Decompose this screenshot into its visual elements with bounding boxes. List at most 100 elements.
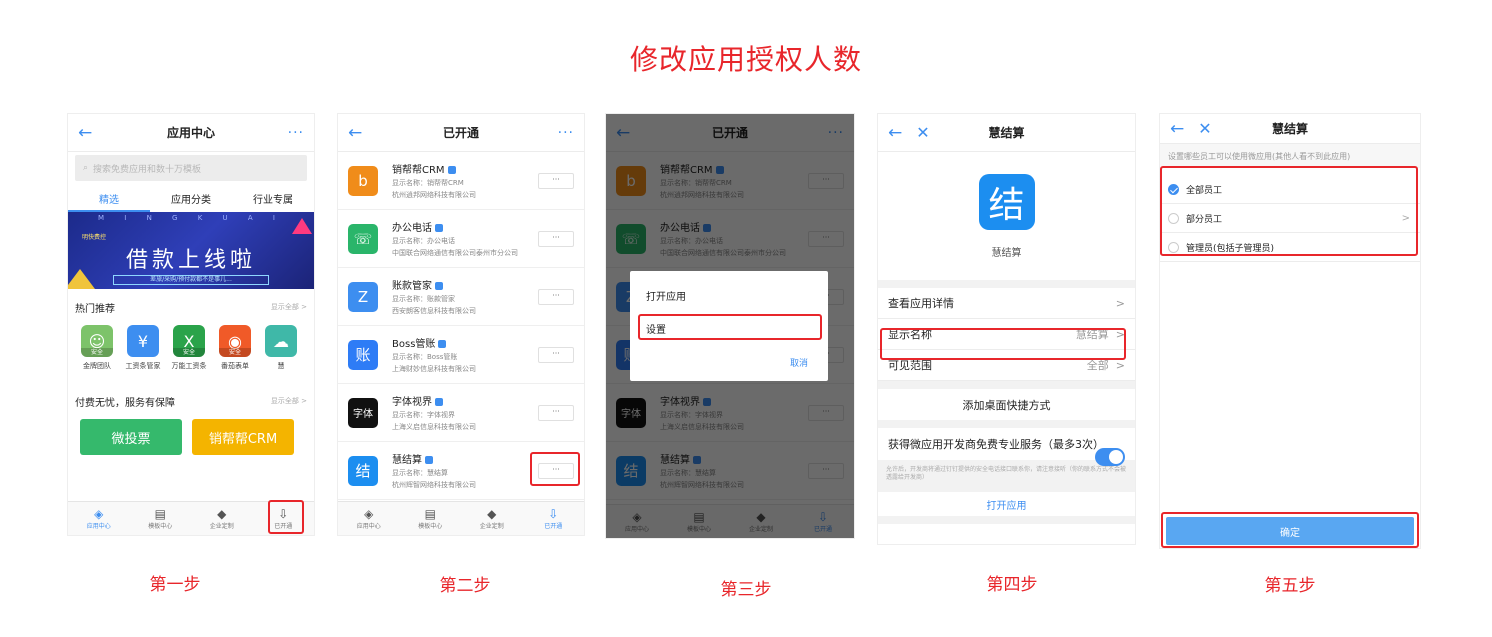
tabbar-label: 企业定制: [209, 523, 234, 530]
app-glyph: 字体: [353, 409, 373, 420]
app-more-button[interactable]: ···: [538, 463, 574, 479]
app-more-button[interactable]: ···: [538, 289, 574, 305]
close-icon[interactable]: ✕: [916, 123, 929, 142]
row-display-name[interactable]: 显示名称 慧结算 >: [878, 319, 1135, 350]
verified-badge-icon: [438, 340, 447, 348]
step-label-3: 第三步: [720, 580, 772, 600]
option-all-staff[interactable]: 全部员工: [1160, 175, 1420, 204]
app-more-button[interactable]: ···: [538, 347, 574, 363]
tabbar-app-center[interactable]: ◈ 应用中心: [338, 502, 400, 535]
option-admins[interactable]: 管理员(包括子管理员): [1160, 233, 1420, 262]
banner-subtitle: 差旅/采购/预付款都不是事儿...: [113, 275, 269, 285]
download-icon: ⇩: [548, 507, 559, 521]
app-glyph: 结: [355, 462, 371, 480]
row-value: 慧结算 >: [1075, 328, 1125, 341]
step-label-1: 第一步: [149, 575, 201, 595]
divider: [878, 381, 1135, 389]
screen-step3: ← 已开通 ··· b销帮帮CRM显示名称：销帮帮CRM杭州逍邦网络科技有限公司…: [606, 114, 854, 538]
dialog-cancel[interactable]: 取消: [790, 356, 808, 369]
row-label: 显示名称: [888, 328, 932, 341]
back-arrow-icon[interactable]: ←: [78, 123, 92, 143]
search-input[interactable]: ⌕ 搜索免费应用和数十万模板: [75, 155, 307, 181]
visibility-hint: 设置哪些员工可以使用微应用(其他人看不到此应用): [1160, 144, 1420, 168]
card-crm[interactable]: 销帮帮CRM: [192, 419, 294, 455]
tabbar-templates[interactable]: ▤ 模板中心: [400, 502, 462, 535]
app-name-text: 账款管家: [392, 281, 432, 292]
app-more-button[interactable]: ···: [538, 231, 574, 247]
search-icon: ⌕: [83, 163, 89, 173]
back-arrow-icon[interactable]: ←: [888, 123, 902, 143]
app-icon: X 安全: [173, 325, 205, 357]
app-row[interactable]: Z账款管家显示名称：账款管家西安朗客信息科技有限公司···: [338, 268, 584, 326]
app-glyph: ☁: [273, 331, 289, 351]
tabbar-custom[interactable]: ◆ 企业定制: [191, 502, 253, 535]
app-row[interactable]: 结慧结算显示名称：慧结算杭州辉智网络科技有限公司···: [338, 442, 584, 500]
show-all-link[interactable]: 显示全部 >: [271, 302, 307, 312]
app-more-button[interactable]: ···: [538, 405, 574, 421]
tabbar-custom[interactable]: ◆ 企业定制: [461, 502, 523, 535]
tabbar-label: 企业定制: [479, 523, 504, 530]
header-title: 应用中心: [166, 126, 215, 140]
tabbar-templates[interactable]: ▤ 模板中心: [130, 502, 192, 535]
app-row[interactable]: 字体字体视界显示名称：字体视界上海义启信息科技有限公司···: [338, 384, 584, 442]
tab-industry[interactable]: 行业专属: [232, 191, 314, 206]
hot-app-item[interactable]: ☁ 慧: [258, 325, 304, 383]
banner-tag: 明快费控: [82, 234, 107, 241]
app-row[interactable]: 账Boss管账显示名称：Boss管账上海财妙信息科技有限公司···: [338, 326, 584, 384]
app-name-text: 慧结算: [392, 455, 422, 466]
app-icon: ◉ 安全: [219, 325, 251, 357]
app-row[interactable]: b销帮帮CRM显示名称：销帮帮CRM杭州逍邦网络科技有限公司···: [338, 152, 584, 210]
tab-featured[interactable]: 精选: [68, 191, 150, 212]
confirm-button[interactable]: 确定: [1166, 517, 1414, 545]
back-arrow-icon[interactable]: ←: [1170, 119, 1184, 139]
safe-badge: 安全: [81, 348, 113, 357]
app-company: 中国联合网络通信有限公司泰州市分公司: [392, 249, 518, 257]
safe-badge: 安全: [219, 348, 251, 357]
app-label: 万能工资条: [171, 362, 207, 370]
document-icon: ▤: [424, 507, 436, 521]
option-label: 全部员工: [1186, 185, 1223, 196]
verified-badge-icon: [447, 166, 456, 174]
option-some-staff[interactable]: 部分员工 >: [1160, 204, 1420, 233]
app-glyph: ☏: [353, 229, 373, 248]
step-label-2: 第二步: [439, 576, 491, 596]
more-icon[interactable]: ···: [558, 125, 574, 141]
dialog-settings[interactable]: 设置: [646, 321, 666, 336]
close-icon[interactable]: ✕: [1198, 119, 1211, 138]
app-name-text: 办公电话: [392, 223, 432, 234]
hot-app-item[interactable]: ☺ 安全 金牌团队: [74, 325, 120, 383]
app-more-button[interactable]: ···: [538, 173, 574, 189]
hot-app-item[interactable]: X 安全万能工资条: [166, 325, 212, 383]
hot-app-item[interactable]: ◉ 安全 番茄表单: [212, 325, 258, 383]
back-arrow-icon[interactable]: ←: [348, 123, 362, 143]
diamond-icon: ◆: [217, 507, 227, 521]
radio-icon: [1168, 241, 1179, 253]
layers-icon: ◈: [94, 507, 104, 521]
open-app-button[interactable]: 打开应用: [878, 492, 1135, 524]
decor-triangle: [292, 218, 312, 234]
row-label: 查看应用详情: [888, 297, 954, 310]
promo-toggle[interactable]: [1095, 448, 1125, 466]
card-vote[interactable]: 微投票: [80, 419, 182, 455]
hot-app-item[interactable]: ¥ 工资条管家: [120, 325, 166, 383]
row-visible-range[interactable]: 可见范围 全部 >: [878, 350, 1135, 381]
add-shortcut-button[interactable]: 添加桌面快捷方式: [878, 389, 1135, 420]
download-icon: ⇩: [278, 507, 289, 521]
more-icon[interactable]: ···: [288, 125, 304, 141]
tab-categories[interactable]: 应用分类: [150, 191, 232, 206]
dialog-open-app[interactable]: 打开应用: [646, 288, 686, 303]
tabbar-opened[interactable]: ⇩ 已开通: [253, 502, 315, 535]
show-all-link[interactable]: 显示全部 >: [271, 396, 307, 406]
app-glyph: ¥: [137, 331, 149, 351]
app-row[interactable]: ☏办公电话显示名称：办公电话中国联合网络通信有限公司泰州市分公司···: [338, 210, 584, 268]
tabbar-opened[interactable]: ⇩ 已开通: [523, 502, 585, 535]
tabbar-app-center[interactable]: ◈ 应用中心: [68, 502, 130, 535]
app-icon: ☁: [265, 325, 297, 357]
hot-apps: ☺ 安全 金牌团队 ¥ 工资条管家 X 安全 万能工资条 ◉ 安全 番茄表单 ☁ 慧: [68, 325, 314, 383]
chevron-right-icon: >: [1401, 212, 1410, 224]
tabbar-label: 模板中心: [418, 523, 443, 530]
row-app-details[interactable]: 查看应用详情 >: [878, 288, 1135, 319]
checked-radio-icon: [1168, 183, 1179, 195]
promo-banner[interactable]: M I N G K U A I 明快费控 借款上线啦 差旅/采购/预付款都不是事…: [68, 212, 314, 289]
